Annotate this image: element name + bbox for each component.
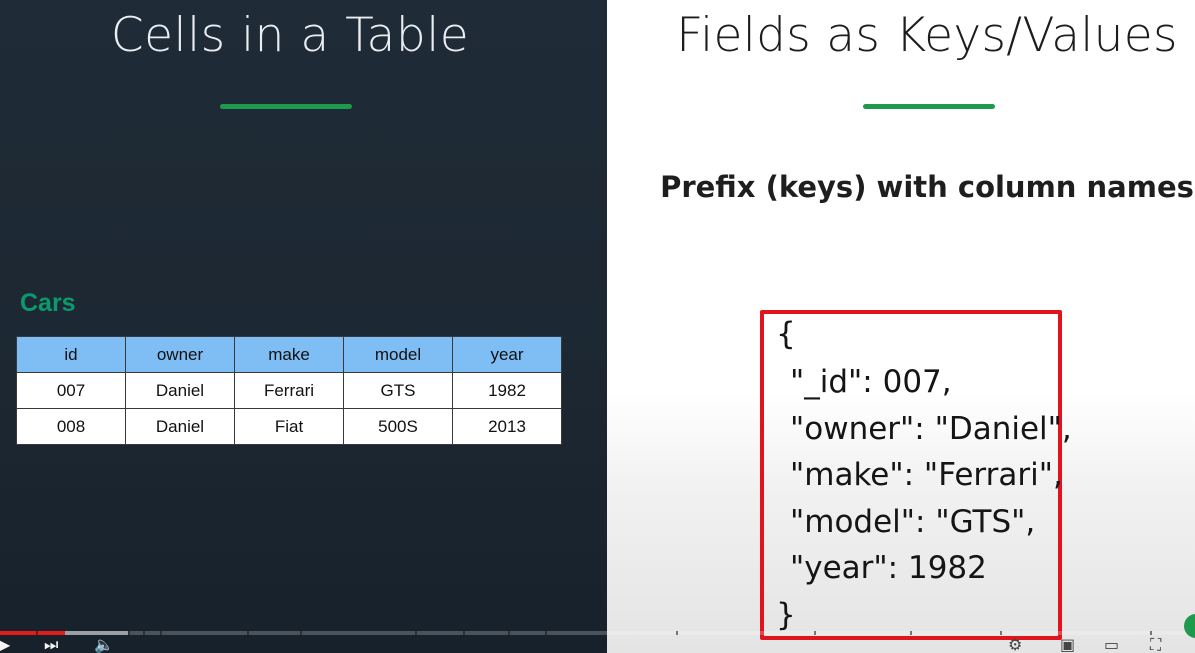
table-row: 007 Daniel Ferrari GTS 1982 [16,372,562,409]
table-cell: GTS [343,372,453,409]
video-frame[interactable]: Cells in a Table Cars id owner make mode… [0,0,1195,653]
player-controls: ▶ ⏭ 🔈 ⚙ ▣ ▭ ⛶ [0,636,1195,653]
json-open-brace: { [776,316,796,352]
chapter-marker [508,631,510,635]
chapter-marker [676,631,678,635]
chapter-marker [814,631,816,635]
right-slide-panel: Fields as Keys/Values Prefix (keys) with… [607,0,1195,653]
table-caption: Cars [20,289,76,317]
table-header-row: id owner make model year [16,336,562,373]
table-cell: 008 [16,408,126,445]
chapter-marker [415,631,417,635]
right-slide-title: Fields as Keys/Values [676,8,1178,63]
cars-table: id owner make model year 007 Daniel Ferr… [16,336,562,445]
settings-icon[interactable]: ⚙ [1008,636,1022,653]
chapter-marker [545,631,547,635]
fullscreen-icon[interactable]: ⛶ [1150,636,1161,653]
column-header-model: model [343,336,453,373]
table-cell: Ferrari [234,372,344,409]
json-field-make: "make": "Ferrari", [790,457,1063,493]
table-cell: Daniel [125,372,235,409]
chapter-marker [463,631,465,635]
chapter-marker [1000,631,1002,635]
column-header-owner: owner [125,336,235,373]
column-header-year: year [452,336,562,373]
chapter-marker [247,631,249,635]
table-cell: 007 [16,372,126,409]
left-slide-panel: Cells in a Table Cars id owner make mode… [0,0,607,653]
table-cell: 1982 [452,372,562,409]
table-cell: Fiat [234,408,344,445]
table-cell: Daniel [125,408,235,445]
json-field-model: "model": "GTS", [790,504,1036,540]
table-row: 008 Daniel Fiat 500S 2013 [16,408,562,445]
json-field-id: "_id": 007, [790,364,952,400]
column-header-id: id [16,336,126,373]
json-close-brace: } [776,597,796,633]
theater-icon[interactable]: ▭ [1104,636,1119,653]
volume-icon[interactable]: 🔈 [94,636,114,653]
json-field-year: "year": 1982 [790,550,987,586]
left-slide-title: Cells in a Table [110,8,470,63]
left-title-underline [220,104,352,109]
chapter-marker [160,631,162,635]
chapter-marker [128,631,130,635]
miniplayer-icon[interactable]: ▣ [1060,636,1075,653]
json-document-box: { "_id": 007, "owner": "Daniel", "make":… [760,310,1072,640]
play-icon[interactable]: ▶ [0,636,10,653]
table-cell: 2013 [452,408,562,445]
chapter-marker [910,631,912,635]
next-icon[interactable]: ⏭ [44,636,58,653]
chapter-marker [143,631,145,635]
chapter-marker [300,631,302,635]
column-header-make: make [234,336,344,373]
chapter-marker [36,631,38,635]
right-slide-subtitle: Prefix (keys) with column names [660,170,1194,204]
right-title-underline [863,104,995,109]
json-field-owner: "owner": "Daniel", [790,411,1072,447]
table-cell: 500S [343,408,453,445]
